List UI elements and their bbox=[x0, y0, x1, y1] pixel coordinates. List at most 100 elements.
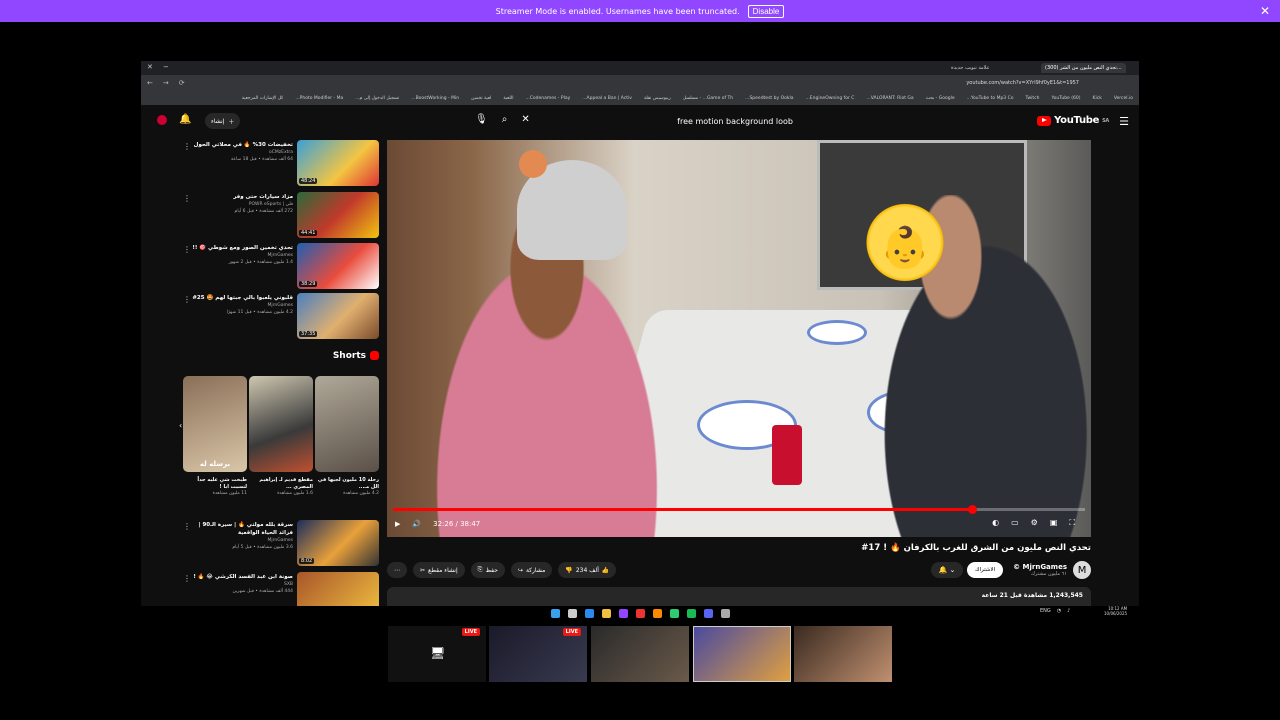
channel-info[interactable]: M MjrnGames © ٦١ مليون مشترك bbox=[1013, 561, 1091, 579]
tab-youtube[interactable]: (300) تحدي النص مليون من الشر... bbox=[1041, 63, 1126, 73]
bookmark[interactable]: Twitch bbox=[1026, 96, 1040, 102]
menu-icon[interactable]: ☰ bbox=[1119, 115, 1129, 128]
share-button[interactable]: ↪ مشاركة bbox=[510, 562, 553, 578]
taskbar-app-icon[interactable] bbox=[567, 608, 577, 618]
bookmark[interactable]: ريبوسيس نقلة bbox=[644, 96, 671, 102]
thumbnail[interactable] bbox=[297, 572, 379, 606]
minimize-icon[interactable]: − bbox=[163, 63, 169, 71]
clear-icon[interactable]: ✕ bbox=[521, 114, 529, 125]
like-dislike-button[interactable]: 👎 234 ألف 👍 bbox=[558, 562, 617, 578]
bookmark[interactable]: Vercel.io bbox=[1114, 96, 1133, 102]
stream-preview-selected[interactable] bbox=[693, 626, 791, 682]
channel-avatar[interactable]: M bbox=[1073, 561, 1091, 579]
list-item[interactable]: 44:41 مزاد سيارات حتى وفر فلي | POWR eSpo… bbox=[183, 192, 379, 240]
bookmark[interactable]: Google - بحث bbox=[926, 96, 955, 102]
chevron-left-icon[interactable]: ‹ bbox=[179, 421, 182, 430]
taskbar-app-icon[interactable] bbox=[669, 608, 679, 618]
list-item[interactable]: 37:35 قلبوني يلعبوا بالي جبتها لهم 🤩 25#… bbox=[183, 293, 379, 341]
search-icon[interactable]: ⌕ bbox=[502, 114, 508, 125]
bookmark[interactable]: كل الإشارات المرجعية bbox=[242, 96, 283, 102]
lang-indicator[interactable]: ENG bbox=[1040, 608, 1051, 614]
spotify-icon[interactable] bbox=[686, 608, 696, 618]
short-thumbnail[interactable]: برسله له bbox=[183, 376, 247, 472]
list-item[interactable]: 38:29 تحدي تخمين الصور ومع شوطي 🎯 !! Mjrn… bbox=[183, 243, 379, 291]
taskbar-app-icon[interactable] bbox=[584, 608, 594, 618]
taskbar-app-icon[interactable] bbox=[652, 608, 662, 618]
short-thumbnail[interactable] bbox=[249, 376, 313, 472]
subscribe-button[interactable]: الاشتراك bbox=[967, 562, 1003, 578]
system-clock[interactable]: 10:12 AM 10/06/2025 bbox=[1104, 606, 1127, 616]
miniplayer-icon[interactable]: ▣ bbox=[1050, 518, 1058, 528]
dislike-icon[interactable]: 👎 bbox=[565, 567, 572, 574]
bookmark[interactable]: Game of Th... - مسلسل bbox=[683, 96, 733, 102]
clip-button[interactable]: ✂ إنشاء مقطع bbox=[413, 562, 465, 578]
more-icon[interactable]: ⋮ bbox=[183, 245, 191, 254]
scrubber-handle[interactable] bbox=[967, 505, 977, 514]
volume-tray-icon[interactable]: ♪ bbox=[1067, 608, 1070, 614]
avatar[interactable] bbox=[157, 115, 167, 125]
close-window-icon[interactable]: ✕ bbox=[147, 63, 153, 71]
taskbar-app-icon[interactable] bbox=[635, 608, 645, 618]
bookmark[interactable]: لعبة تخمين bbox=[471, 96, 491, 102]
back-icon[interactable]: ← bbox=[147, 79, 153, 87]
disable-button[interactable]: Disable bbox=[747, 4, 785, 18]
save-button[interactable]: ⎘ حفظ bbox=[470, 562, 505, 578]
stream-preview[interactable]: LIVE bbox=[489, 626, 587, 682]
close-icon[interactable]: ✕ bbox=[1260, 4, 1270, 18]
progress-bar[interactable] bbox=[393, 505, 1085, 514]
discord-icon[interactable] bbox=[703, 608, 713, 618]
bookmark[interactable]: Kick bbox=[1093, 96, 1102, 102]
stream-preview[interactable]: LIVE 🖥 bbox=[388, 626, 486, 682]
more-icon[interactable]: ⋮ bbox=[183, 295, 191, 304]
play-icon[interactable]: ▶ bbox=[395, 520, 400, 528]
bookmark[interactable]: (60) YouTube bbox=[1052, 96, 1081, 102]
stream-preview[interactable] bbox=[591, 626, 689, 682]
bookmark[interactable]: BoostWorking - Min... bbox=[411, 96, 459, 102]
create-button[interactable]: إنشاء ＋ bbox=[205, 113, 241, 129]
like-icon[interactable]: 👍 bbox=[602, 567, 609, 574]
more-icon[interactable]: ⋮ bbox=[183, 574, 191, 583]
description-box[interactable]: 1,243,545 مشاهدة قبل 21 ساعة bbox=[387, 587, 1091, 606]
bookmark[interactable]: اللعبة bbox=[503, 96, 513, 102]
more-icon[interactable]: ⋮ bbox=[183, 194, 191, 203]
list-item[interactable]: 48:24 تخفيضات 30% 🔥 في محلاتي الحول oCMzE… bbox=[183, 140, 379, 188]
mic-icon[interactable]: 🎙 bbox=[475, 114, 488, 125]
fullscreen-icon[interactable]: ⛶ bbox=[1069, 518, 1075, 528]
thumbnail[interactable]: 48:24 bbox=[297, 140, 379, 186]
search-input[interactable]: free motion background loob bbox=[531, 113, 801, 129]
list-item[interactable]: 8:02 سرقة بلله مولتي 🔥 | سيرة الـ90 | فر… bbox=[183, 520, 379, 568]
notification-bell-button[interactable]: 🔔 ⌄ bbox=[931, 562, 963, 578]
autoplay-toggle-icon[interactable]: ◐ bbox=[992, 518, 999, 528]
bookmark[interactable]: تسجيل الدخول إلى م... bbox=[355, 96, 399, 102]
bookmark[interactable]: Speedtest by Ookla... bbox=[745, 96, 793, 102]
more-icon[interactable]: ⋮ bbox=[183, 142, 191, 151]
volume-icon[interactable]: 🔊 bbox=[412, 520, 421, 528]
reload-icon[interactable]: ⟳ bbox=[179, 79, 185, 87]
subtitles-icon[interactable]: ▭ bbox=[1011, 518, 1019, 528]
tab-new[interactable]: علامة تبويب جديدة bbox=[947, 63, 994, 73]
bookmark[interactable]: Appeal a Ban | Activ... bbox=[582, 96, 632, 102]
bookmark[interactable]: VALORANT: Riot Ga... bbox=[866, 96, 913, 102]
notifications-icon[interactable]: 🔔 bbox=[179, 114, 191, 125]
start-icon[interactable] bbox=[550, 608, 560, 618]
more-actions-button[interactable]: ⋯ bbox=[387, 562, 407, 578]
bookmark[interactable]: Codenames - Play... bbox=[525, 96, 570, 102]
url-field[interactable]: youtube.com/watch?v=XYrl9hf0yE1&t=1957 bbox=[929, 80, 1079, 86]
short-thumbnail[interactable] bbox=[315, 376, 379, 472]
youtube-logo[interactable]: YouTube SA bbox=[1037, 115, 1109, 126]
thumbnail[interactable]: 37:35 bbox=[297, 293, 379, 339]
taskbar-app-icon[interactable] bbox=[720, 608, 730, 618]
settings-icon[interactable]: ⚙ bbox=[1031, 518, 1038, 528]
thumbnail[interactable]: 38:29 bbox=[297, 243, 379, 289]
thumbnail[interactable]: 44:41 bbox=[297, 192, 379, 238]
wifi-icon[interactable]: ◔ bbox=[1057, 608, 1061, 614]
stream-preview[interactable] bbox=[794, 626, 892, 682]
bookmark[interactable]: YouTube to Mp3 Co... bbox=[967, 96, 1014, 102]
taskbar-app-icon[interactable] bbox=[618, 608, 628, 618]
folder-icon[interactable] bbox=[601, 608, 611, 618]
video-player[interactable]: 👶 ▶ 🔊 32:26 / 38:47 ◐ ▭ ⚙ ▣ ⛶ bbox=[387, 140, 1091, 537]
list-item[interactable]: صونة ابن عبد الفسد الكرشي 😂 🔥 ! SXB 444 أل… bbox=[183, 572, 379, 606]
thumbnail[interactable]: 8:02 bbox=[297, 520, 379, 566]
forward-icon[interactable]: → bbox=[163, 79, 169, 87]
more-icon[interactable]: ⋮ bbox=[183, 522, 191, 531]
